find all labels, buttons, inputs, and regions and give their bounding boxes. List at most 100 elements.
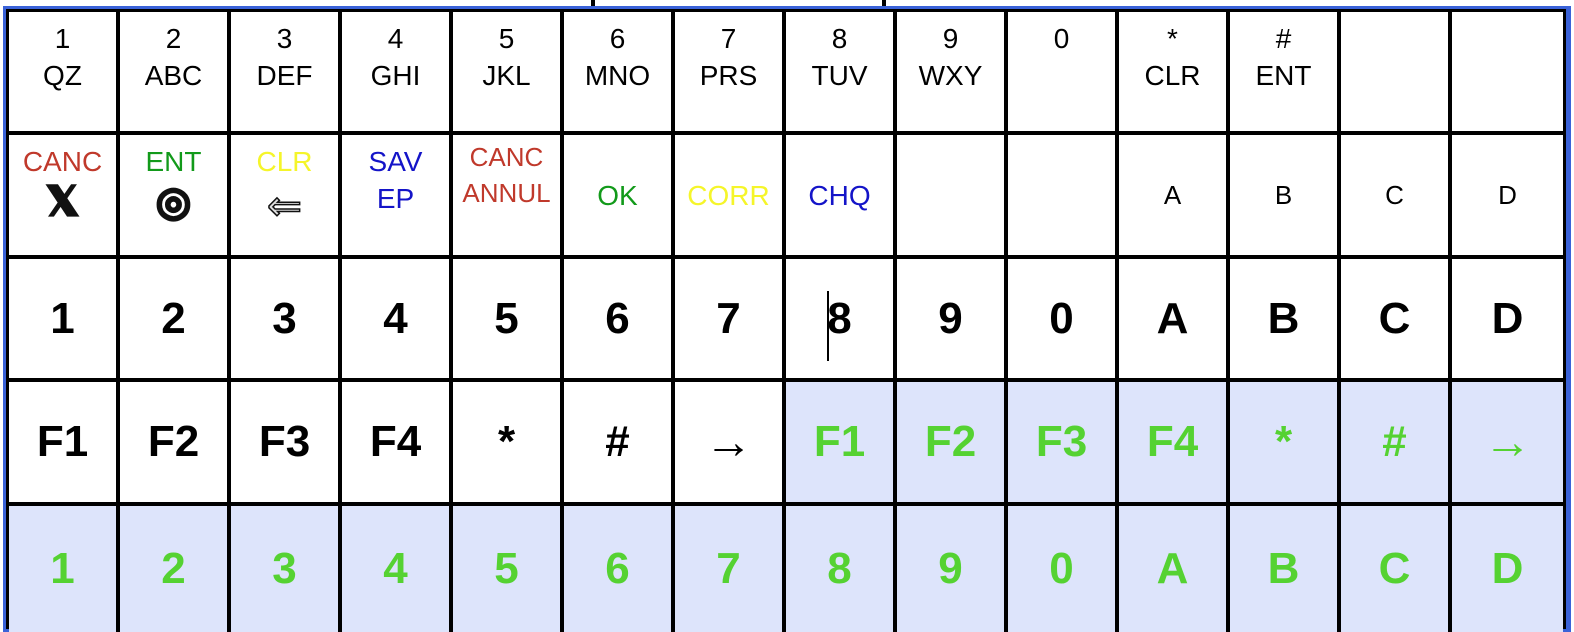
key-cell-r1-c4[interactable]: 4 GHI — [342, 12, 453, 135]
key-cell-r4-c7[interactable]: → — [675, 382, 786, 506]
key-label: → — [704, 415, 753, 469]
key-cell-r4-c3[interactable]: F3 — [231, 382, 342, 506]
key-cell-r2-c9[interactable] — [897, 135, 1008, 259]
key-label: D — [1491, 544, 1524, 593]
key-number: 1 — [54, 23, 71, 54]
enter-o-icon: ◎ — [155, 179, 192, 225]
key-label: 3 — [272, 544, 297, 593]
key-cell-r4-c11[interactable]: F4 — [1119, 382, 1230, 506]
key-cell-r2-c8[interactable]: CHQ — [786, 135, 897, 259]
key-cell-r1-c7[interactable]: 7 PRS — [675, 12, 786, 135]
key-label: B — [1267, 293, 1300, 343]
key-cell-r3-c1[interactable]: 1 — [9, 259, 120, 382]
key-cell-r5-c3[interactable]: 3 — [231, 506, 342, 632]
key-label: # — [1382, 417, 1407, 466]
key-cell-r2-c2[interactable]: ENT ◎ — [120, 135, 231, 259]
key-label: 7 — [716, 544, 741, 593]
key-cell-r2-c14[interactable]: D — [1452, 135, 1563, 259]
key-letters: JKL — [482, 60, 531, 91]
key-cell-r2-c10[interactable] — [1008, 135, 1119, 259]
text-cursor — [827, 291, 829, 361]
key-label: 1 — [50, 544, 75, 593]
key-cell-r5-c6[interactable]: 6 — [564, 506, 675, 632]
key-cell-r2-c5[interactable]: CANC ANNUL — [453, 135, 564, 259]
key-cell-r5-c13[interactable]: C — [1341, 506, 1452, 632]
key-cell-r1-c14[interactable] — [1452, 12, 1563, 135]
key-cell-r5-c9[interactable]: 9 — [897, 506, 1008, 632]
function-label: B — [1274, 179, 1293, 210]
key-cell-r5-c7[interactable]: 7 — [675, 506, 786, 632]
function-label-secondary: ANNUL — [462, 178, 551, 208]
key-cell-r4-c1[interactable]: F1 — [9, 382, 120, 506]
function-label-secondary: EP — [376, 183, 415, 214]
key-label: 8 — [827, 544, 852, 593]
key-label: 9 — [938, 293, 963, 343]
key-cell-r4-c4[interactable]: F4 — [342, 382, 453, 506]
key-cell-r5-c11[interactable]: A — [1119, 506, 1230, 632]
key-cell-r1-c2[interactable]: 2 ABC — [120, 12, 231, 135]
key-cell-r1-c3[interactable]: 3 DEF — [231, 12, 342, 135]
key-label: * — [1274, 417, 1293, 466]
key-cell-r1-c5[interactable]: 5 JKL — [453, 12, 564, 135]
key-cell-r5-c1[interactable]: 1 — [9, 506, 120, 632]
key-cell-r3-c6[interactable]: 6 — [564, 259, 675, 382]
key-cell-r1-c6[interactable]: 6 MNO — [564, 12, 675, 135]
keypad-mapping-grid: 1 QZ 2 ABC 3 DEF 4 GHI 5 JKL 6 MNO 7 PRS 8 TUV 9 WXY 0 * CLR… — [6, 9, 1566, 632]
key-cell-r3-c11[interactable]: A — [1119, 259, 1230, 382]
key-cell-r4-c9[interactable]: F2 — [897, 382, 1008, 506]
key-cell-r4-c14[interactable]: → — [1452, 382, 1563, 506]
key-cell-r4-c10[interactable]: F3 — [1008, 382, 1119, 506]
key-label: F3 — [258, 417, 311, 466]
function-label: A — [1163, 179, 1182, 210]
key-cell-r4-c12[interactable]: * — [1230, 382, 1341, 506]
key-cell-r3-c4[interactable]: 4 — [342, 259, 453, 382]
key-cell-r3-c2[interactable]: 2 — [120, 259, 231, 382]
key-cell-r5-c8[interactable]: 8 — [786, 506, 897, 632]
key-cell-r3-c10[interactable]: 0 — [1008, 259, 1119, 382]
key-cell-r5-c2[interactable]: 2 — [120, 506, 231, 632]
key-cell-r1-c11[interactable]: * CLR — [1119, 12, 1230, 135]
key-cell-r1-c12[interactable]: # ENT — [1230, 12, 1341, 135]
key-cell-r3-c9[interactable]: 9 — [897, 259, 1008, 382]
key-number: 6 — [609, 23, 626, 54]
key-cell-r5-c4[interactable]: 4 — [342, 506, 453, 632]
key-cell-r3-c3[interactable]: 3 — [231, 259, 342, 382]
key-cell-r1-c9[interactable]: 9 WXY — [897, 12, 1008, 135]
key-cell-r5-c12[interactable]: B — [1230, 506, 1341, 632]
function-label: SAV — [368, 146, 423, 177]
key-cell-r2-c7[interactable]: CORR — [675, 135, 786, 259]
key-cell-r4-c5[interactable]: * — [453, 382, 564, 506]
key-cell-r4-c6[interactable]: # — [564, 382, 675, 506]
key-cell-r2-c11[interactable]: A — [1119, 135, 1230, 259]
key-cell-r4-c8[interactable]: F1 — [786, 382, 897, 506]
key-cell-r1-c10[interactable]: 0 — [1008, 12, 1119, 135]
key-cell-r1-c13[interactable] — [1341, 12, 1452, 135]
key-cell-r2-c4[interactable]: SAV EP — [342, 135, 453, 259]
key-label: F1 — [813, 417, 866, 466]
key-cell-r3-c14[interactable]: D — [1452, 259, 1563, 382]
function-label: CLR — [256, 146, 313, 177]
key-label: 2 — [161, 293, 186, 343]
key-cell-r2-c12[interactable]: B — [1230, 135, 1341, 259]
key-cell-r3-c7[interactable]: 7 — [675, 259, 786, 382]
key-cell-r3-c5[interactable]: 5 — [453, 259, 564, 382]
key-cell-r4-c13[interactable]: # — [1341, 382, 1452, 506]
key-cell-r3-c8[interactable]: 8 — [786, 259, 897, 382]
key-letters: DEF — [256, 60, 313, 91]
key-cell-r1-c1[interactable]: 1 QZ — [9, 12, 120, 135]
key-cell-r2-c3[interactable]: CLR ⇐ — [231, 135, 342, 259]
key-cell-r2-c1[interactable]: CANC 𝕏 — [9, 135, 120, 259]
key-cell-r5-c14[interactable]: D — [1452, 506, 1563, 632]
key-cell-r3-c13[interactable]: C — [1341, 259, 1452, 382]
key-number: 3 — [276, 23, 293, 54]
key-cell-r2-c6[interactable]: OK — [564, 135, 675, 259]
key-cell-r5-c5[interactable]: 5 — [453, 506, 564, 632]
key-number: 7 — [720, 23, 737, 54]
key-cell-r5-c10[interactable]: 0 — [1008, 506, 1119, 632]
key-cell-r3-c12[interactable]: B — [1230, 259, 1341, 382]
key-cell-r1-c8[interactable]: 8 TUV — [786, 12, 897, 135]
key-cell-r4-c2[interactable]: F2 — [120, 382, 231, 506]
key-label: 5 — [494, 293, 519, 343]
key-number: # — [1275, 23, 1292, 54]
key-cell-r2-c13[interactable]: C — [1341, 135, 1452, 259]
